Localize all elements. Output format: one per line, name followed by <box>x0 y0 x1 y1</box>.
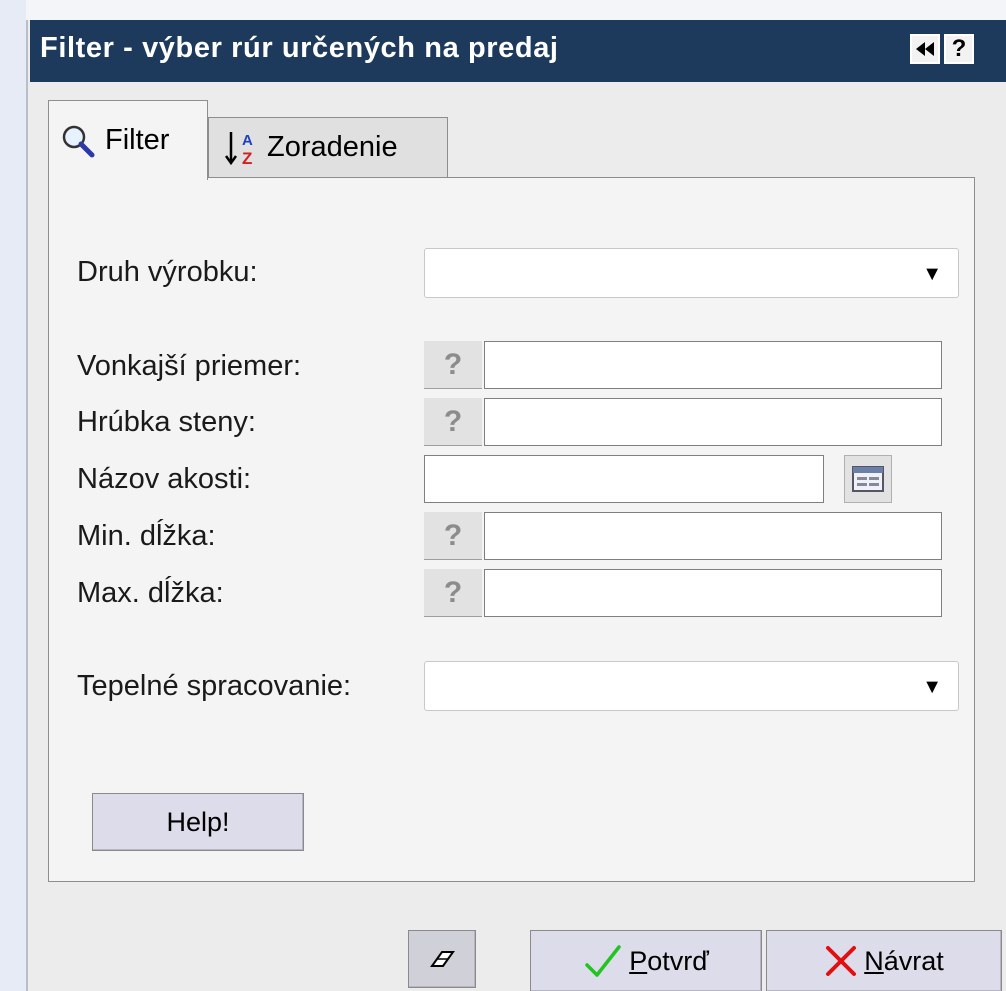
sort-az-icon: A Z <box>223 128 259 168</box>
question-icon: ? <box>443 518 463 552</box>
question-icon: ? <box>443 347 463 381</box>
question-icon: ? <box>443 404 463 438</box>
back-accel-key: N <box>864 945 884 976</box>
outer-diameter-hint-button[interactable]: ? <box>424 341 482 389</box>
magnifier-icon <box>59 122 97 160</box>
filter-panel: Druh výrobku: ▼ Vonkajší priemer: ? Hrúb… <box>48 177 975 882</box>
confirm-button[interactable]: Potvrď <box>530 930 762 991</box>
grade-name-input[interactable] <box>424 455 824 503</box>
help-glyph: ? <box>951 35 967 62</box>
tab-filter-label: Filter <box>105 124 170 156</box>
tab-sorting[interactable]: A Z Zoradenie <box>208 117 448 177</box>
heat-treatment-label: Tepelné spracovanie: <box>77 670 352 702</box>
heat-treatment-select[interactable]: ▼ <box>424 661 959 711</box>
help-icon-button[interactable]: ? <box>944 34 974 64</box>
cross-icon <box>824 944 858 978</box>
max-length-label: Max. dĺžka: <box>77 577 224 609</box>
dropdown-arrow-icon: ▼ <box>922 263 942 285</box>
confirm-accel-key: P <box>629 945 648 976</box>
max-length-input[interactable] <box>484 569 942 617</box>
wall-thickness-hint-button[interactable]: ? <box>424 398 482 446</box>
filter-dialog: Filter - výber rúr určených na predaj ? … <box>26 20 1006 991</box>
min-length-input[interactable] <box>484 512 942 560</box>
dialog-titlebar: Filter - výber rúr určených na predaj ? <box>30 20 1006 82</box>
back-button[interactable]: Návrat <box>766 930 1002 991</box>
collapse-button[interactable] <box>910 34 940 64</box>
dropdown-arrow-icon: ▼ <box>922 676 942 698</box>
question-icon: ? <box>443 575 463 609</box>
help-button-label: Help! <box>166 806 230 837</box>
outer-diameter-label: Vonkajší priemer: <box>77 350 302 382</box>
rewind-icon <box>916 42 934 56</box>
grade-name-label: Názov akosti: <box>77 463 252 495</box>
eraser-icon <box>430 951 455 967</box>
confirm-label-rest: otvrď <box>647 945 709 976</box>
confirm-button-label: Potvrď <box>629 946 709 977</box>
product-type-label: Druh výrobku: <box>77 256 258 288</box>
list-lookup-icon <box>852 466 884 492</box>
min-length-hint-button[interactable]: ? <box>424 512 482 560</box>
dialog-title: Filter - výber rúr určených na predaj <box>40 32 559 64</box>
wall-thickness-input[interactable] <box>484 398 942 446</box>
help-button[interactable]: Help! <box>92 793 304 851</box>
grade-lookup-button[interactable] <box>844 455 892 503</box>
svg-text:A: A <box>242 132 253 149</box>
checkmark-icon <box>583 943 623 979</box>
clear-button[interactable] <box>408 930 476 988</box>
screen: Filter - výber rúr určených na predaj ? … <box>0 0 1006 991</box>
back-button-label: Návrat <box>864 946 944 977</box>
product-type-select[interactable]: ▼ <box>424 248 959 298</box>
outer-diameter-input[interactable] <box>484 341 942 389</box>
tab-sorting-label: Zoradenie <box>267 131 398 163</box>
wall-thickness-label: Hrúbka steny: <box>77 406 256 438</box>
max-length-hint-button[interactable]: ? <box>424 569 482 617</box>
tab-filter[interactable]: Filter <box>48 100 208 180</box>
back-label-rest: ávrat <box>883 945 944 976</box>
svg-text:Z: Z <box>242 149 252 168</box>
min-length-label: Min. dĺžka: <box>77 520 216 552</box>
